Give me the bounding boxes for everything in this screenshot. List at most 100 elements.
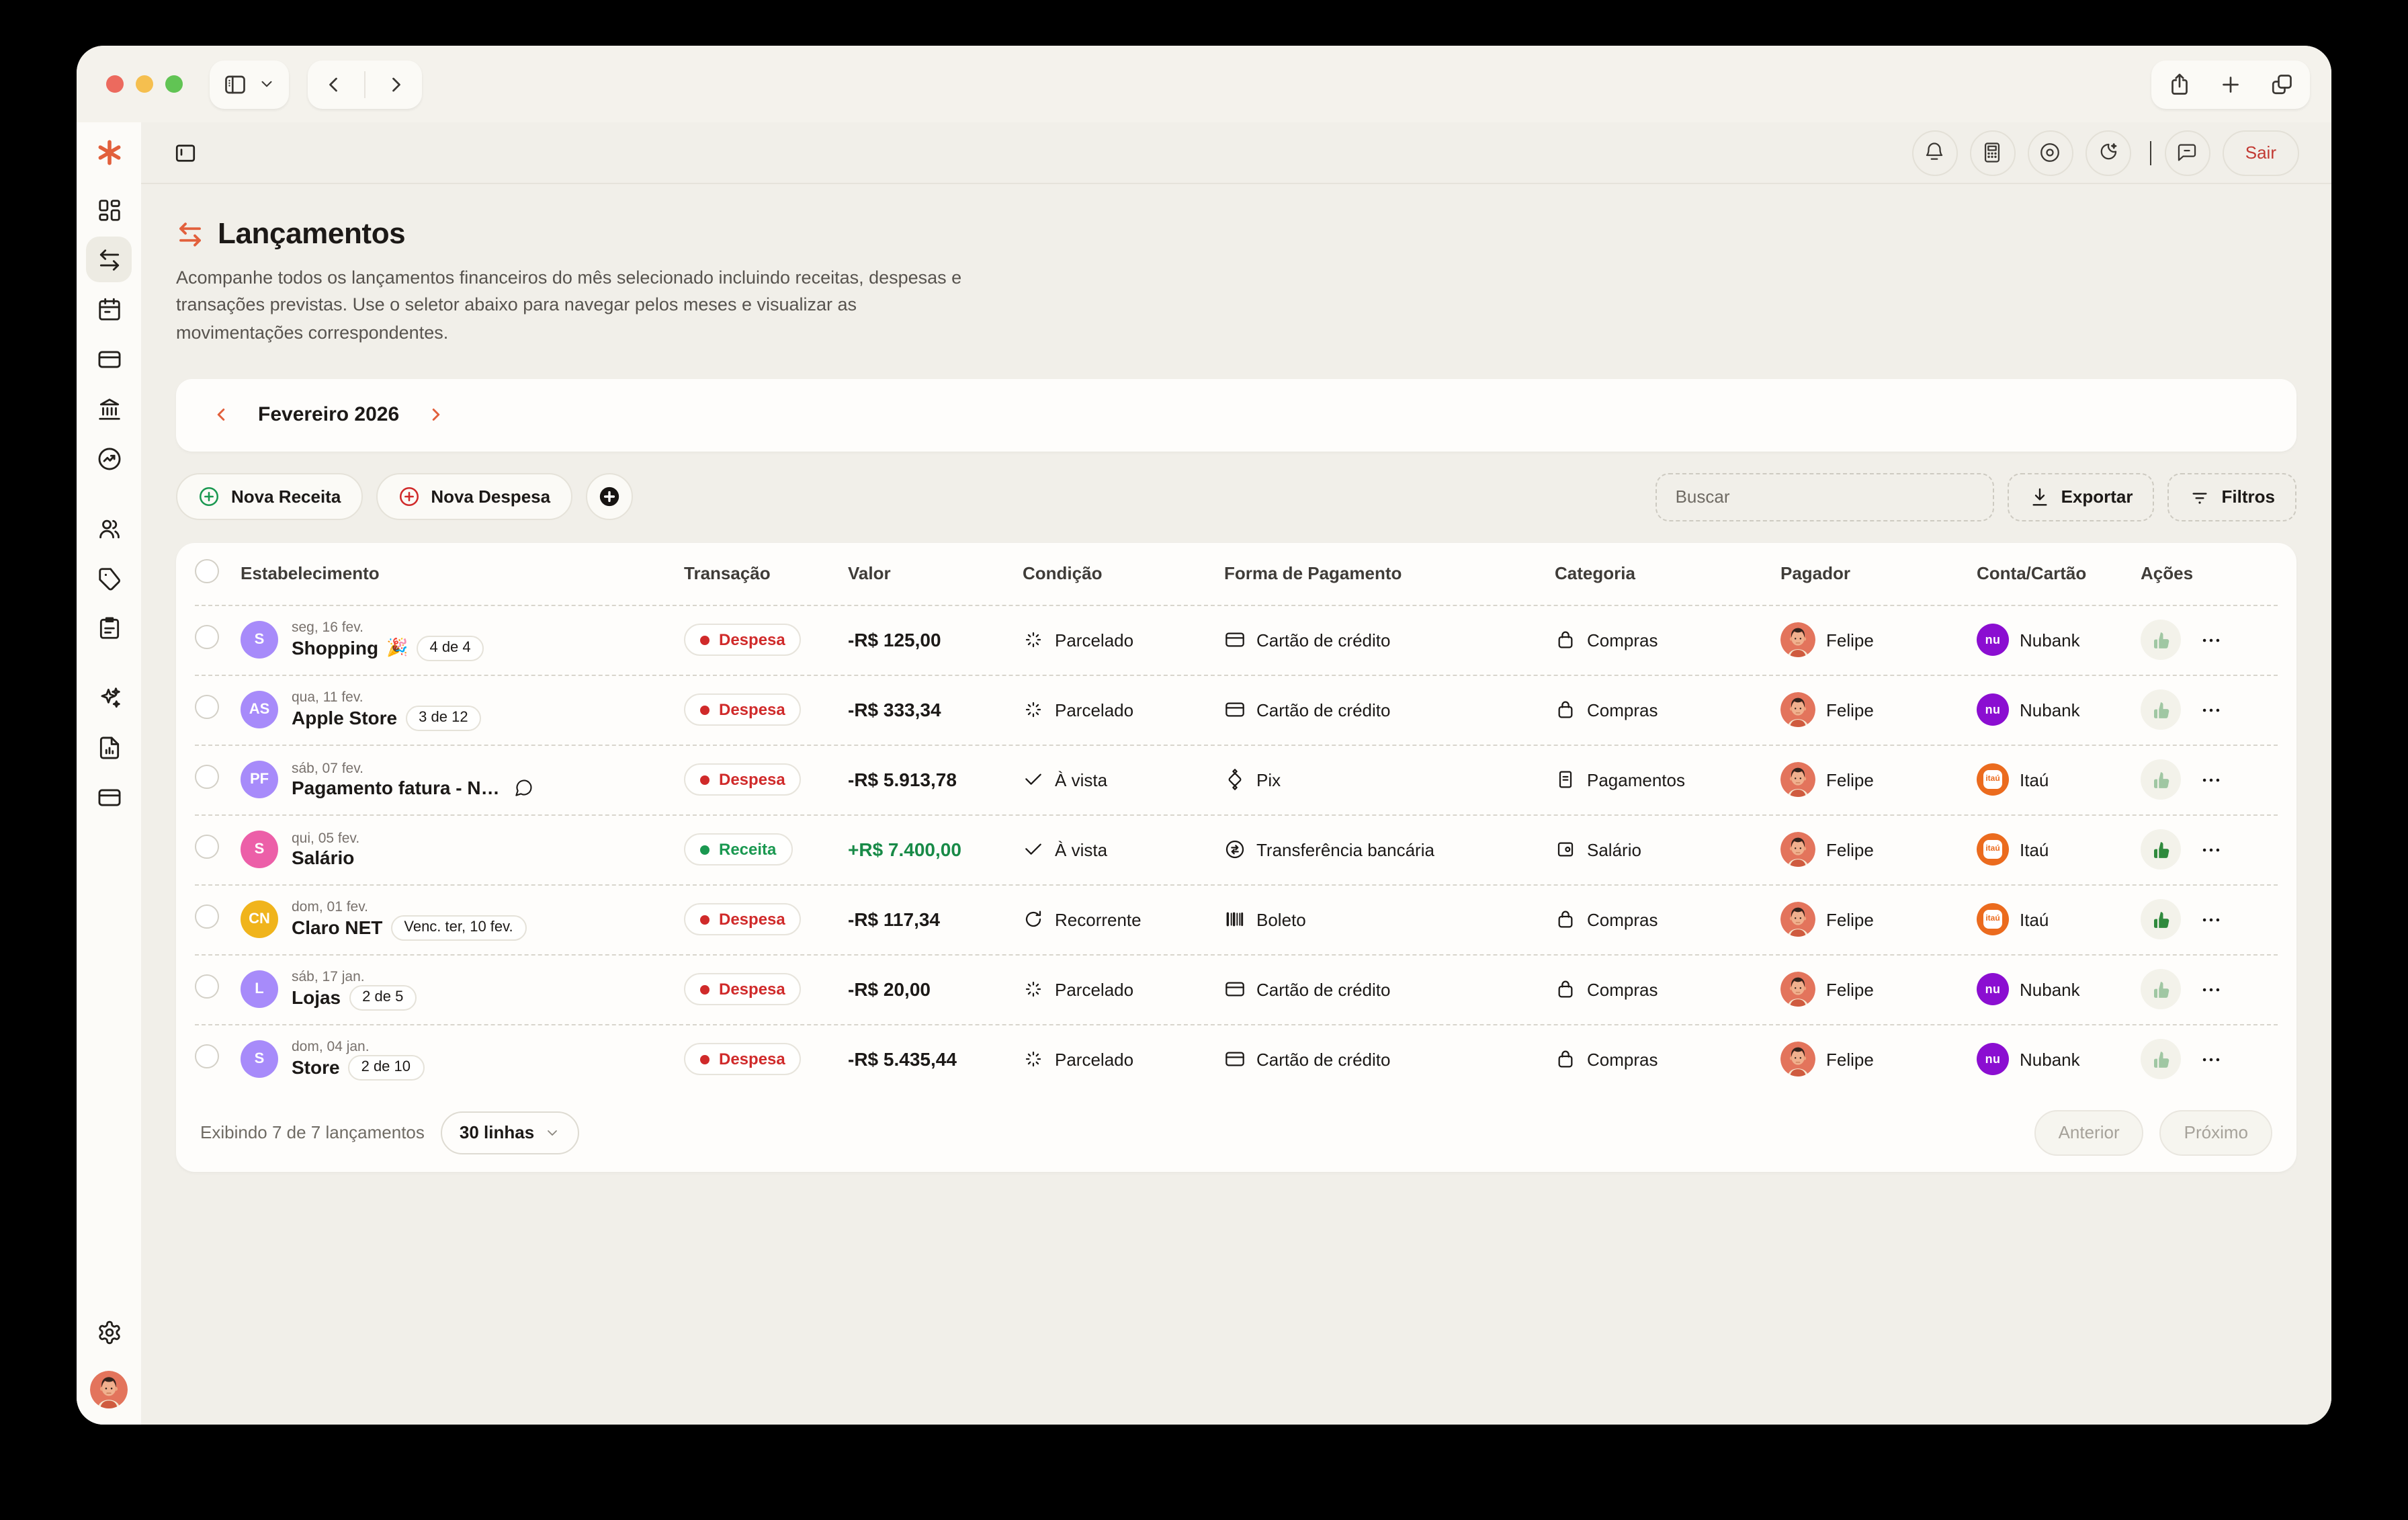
rows-per-page-select[interactable]: 30 linhas [441,1111,578,1154]
row-menu-button[interactable] [2200,769,2223,792]
plus-filled-icon [597,486,620,509]
confirm-transaction-button[interactable] [2141,970,2181,1010]
browser-sidebar-toggle-button[interactable] [210,60,289,108]
ellipsis-icon [2200,769,2223,792]
next-month-button[interactable] [426,405,446,425]
zoom-window-button[interactable] [165,75,183,93]
bank-logo: itaú [1977,764,2009,796]
previous-page-button[interactable]: Anterior [2034,1110,2144,1156]
thumbs-up-icon [2151,980,2171,1000]
row-menu-button[interactable] [2200,978,2223,1001]
calculator-button[interactable] [1970,130,2016,175]
row-menu-button[interactable] [2200,699,2223,722]
bell-button[interactable] [1912,130,1958,175]
row-checkbox[interactable] [195,904,219,929]
establishment-avatar: S [241,1041,278,1079]
row-menu-button[interactable] [2200,909,2223,931]
new-income-button[interactable]: Nova Receita [176,474,362,521]
establishment-name: Lojas [292,987,341,1009]
sidebar-item-reports[interactable] [86,724,132,770]
new-tab-button[interactable] [2210,72,2251,96]
sidebar-item-tags[interactable] [86,555,132,601]
back-button[interactable] [313,72,353,96]
privacy-eye-button[interactable] [2028,130,2073,175]
payer-name: Felipe [1826,980,1874,1000]
previous-month-button[interactable] [211,405,231,425]
plus-circle-icon [198,486,220,509]
condition-icon [1023,769,1044,791]
filters-button[interactable]: Filtros [2168,473,2296,521]
row-menu-button[interactable] [2200,629,2223,652]
condition-icon [1023,630,1044,651]
transaction-date: dom, 04 jan. [292,1039,424,1055]
chevron-left-icon [211,405,231,425]
payment-method-icon [1224,1049,1246,1070]
category-icon [1555,769,1576,791]
confirm-transaction-button[interactable] [2141,620,2181,661]
forward-button[interactable] [376,72,417,96]
transaction-type-badge: Despesa [684,1044,802,1076]
gear-icon [96,1319,122,1345]
condition-label: Recorrente [1055,910,1142,930]
ellipsis-icon [2200,629,2223,652]
table-row[interactable]: AS qua, 11 fev. Apple Store 3 de 12 Desp… [195,675,2278,745]
chevron-right-icon [384,72,408,96]
doc-chart-icon [96,734,122,760]
sidebar-item-schedule[interactable] [86,286,132,332]
next-page-button[interactable]: Próximo [2160,1110,2272,1156]
sidebar-item-settings[interactable] [86,1309,132,1355]
export-button[interactable]: Exportar [2008,473,2155,521]
payer-avatar [1780,902,1815,937]
user-avatar[interactable] [90,1371,128,1408]
minimize-window-button[interactable] [136,75,153,93]
row-checkbox[interactable] [195,1044,219,1068]
sidebar-item-dashboard[interactable] [86,187,132,233]
clipboard-icon [96,615,122,640]
calculator-icon [1981,141,2004,164]
app-sidebar-toggle-button[interactable] [173,140,198,165]
logout-button[interactable]: Sair [2223,130,2299,175]
row-checkbox[interactable] [195,835,219,859]
sidebar-item-accounts[interactable] [86,774,132,820]
bank-logo: itaú [1977,834,2009,866]
close-window-button[interactable] [106,75,124,93]
table-row[interactable]: S qui, 05 fev. Salário Receita +R$ 7.400… [195,814,2278,884]
column-header: Estabelecimento [241,564,684,584]
row-checkbox[interactable] [195,974,219,999]
category-icon [1555,700,1576,721]
row-menu-button[interactable] [2200,1048,2223,1071]
dark-mode-moon-button[interactable] [2086,130,2131,175]
confirm-transaction-button[interactable] [2141,1040,2181,1080]
tab-overview-button[interactable] [2262,72,2302,96]
table-row[interactable]: PF sáb, 07 fev. Pagamento fatura - Nuban… [195,745,2278,814]
sidebar-item-cards[interactable] [86,336,132,382]
search-input[interactable] [1656,473,1994,521]
row-checkbox[interactable] [195,765,219,789]
table-row[interactable]: L sáb, 17 jan. Lojas 2 de 5 Despesa -R$ … [195,954,2278,1024]
sidebar-item-planner[interactable] [86,605,132,650]
select-all-checkbox[interactable] [195,560,219,584]
sidebar-item-bank[interactable] [86,386,132,431]
row-checkbox[interactable] [195,695,219,719]
new-expense-button[interactable]: Nova Despesa [376,474,572,521]
confirm-transaction-button[interactable] [2141,830,2181,870]
confirm-transaction-button[interactable] [2141,760,2181,800]
table-footer: Exibindo 7 de 7 lançamentos 30 linhas An… [195,1094,2278,1172]
share-button[interactable] [2159,72,2200,96]
feedback-button[interactable] [2165,130,2210,175]
row-checkbox[interactable] [195,625,219,649]
confirm-transaction-button[interactable] [2141,900,2181,940]
more-actions-button[interactable] [585,474,632,521]
sidebar-item-performance[interactable] [86,435,132,481]
payer-name: Felipe [1826,770,1874,790]
table-row[interactable]: S dom, 04 jan. Store 2 de 10 Despesa -R$… [195,1024,2278,1094]
row-menu-button[interactable] [2200,839,2223,861]
table-row[interactable]: CN dom, 01 fev. Claro NET Venc. ter, 10 … [195,884,2278,954]
sidebar-item-transactions[interactable] [86,237,132,282]
sidebar-item-people[interactable] [86,505,132,551]
confirm-transaction-button[interactable] [2141,690,2181,730]
payer-avatar [1780,1042,1815,1077]
sidebar-item-assistant[interactable] [86,675,132,720]
table-row[interactable]: S seg, 16 fev. Shopping 🎉 4 de 4 Despesa… [195,605,2278,675]
condition-icon [1023,1049,1044,1070]
